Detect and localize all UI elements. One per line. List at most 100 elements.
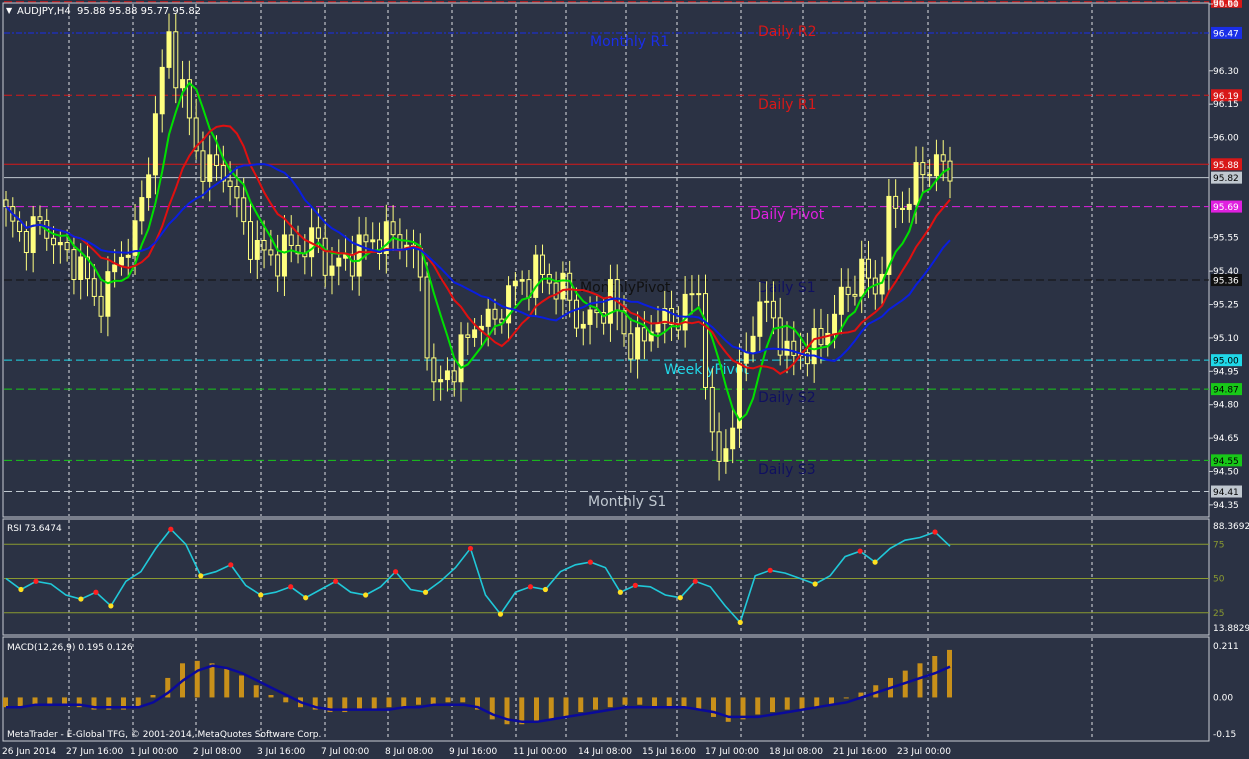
rsi-trough-13 xyxy=(198,573,204,579)
macd-bar-0 xyxy=(3,697,8,708)
candle-body-139 xyxy=(947,160,953,182)
rsi-peak-22 xyxy=(333,578,339,584)
candle-body-69 xyxy=(472,329,478,338)
macd-tick-2: -0.15 xyxy=(1213,730,1236,740)
main-ytick-label-4: 95.55 xyxy=(1213,234,1239,244)
x-tick-label-14: 23 Jul 00:00 xyxy=(897,747,951,757)
chart-ohlc: 95.88 95.88 95.77 95.82 xyxy=(77,6,201,17)
candle-body-29 xyxy=(200,150,206,182)
rsi-trough-41 xyxy=(617,589,623,595)
macd-bar-53 xyxy=(784,697,790,710)
macd-bar-13 xyxy=(194,660,200,698)
x-tick-label-6: 8 Jul 08:00 xyxy=(385,747,434,757)
candle-body-110 xyxy=(750,335,756,353)
chart-canvas: 96.6196.4796.1995.8895.8295.6995.3695.00… xyxy=(0,0,1249,759)
x-tick-label-8: 11 Jul 00:00 xyxy=(513,747,567,757)
macd-bar-1 xyxy=(17,697,23,708)
candle-body-127 xyxy=(866,258,872,279)
macd-bar-46 xyxy=(681,697,687,708)
candle-body-82 xyxy=(560,272,566,300)
macd-bar-44 xyxy=(652,697,657,708)
candle-body-133 xyxy=(906,203,912,210)
candle-body-67 xyxy=(458,334,464,383)
x-tick-label-10: 15 Jul 16:00 xyxy=(642,747,696,757)
candle-body-0 xyxy=(3,199,9,208)
candle-body-102 xyxy=(696,293,702,296)
rsi-peak-51 xyxy=(767,567,773,573)
rsi-trough-17 xyxy=(258,592,264,598)
candle-body-68 xyxy=(465,334,471,338)
candle-body-11 xyxy=(78,256,84,281)
level-price-label-9: 94.55 xyxy=(1213,457,1239,467)
macd-bar-14 xyxy=(209,663,215,698)
candle-body-124 xyxy=(845,286,851,295)
level-text-3: Daily Pivot xyxy=(750,207,825,223)
macd-bar-43 xyxy=(637,697,643,705)
rsi-peak-2 xyxy=(33,578,39,584)
candle-body-101 xyxy=(689,293,695,296)
macd-bar-27 xyxy=(401,697,407,708)
candle-body-10 xyxy=(71,249,77,281)
rsi-peak-31 xyxy=(467,545,474,552)
candle-body-85 xyxy=(580,323,586,329)
rsi-peak-42 xyxy=(632,582,638,588)
symbol-dropdown-icon[interactable]: ▼ xyxy=(6,6,13,15)
macd-bar-25 xyxy=(371,697,377,710)
rsi-trough-20 xyxy=(303,595,309,601)
candle-body-84 xyxy=(573,299,579,329)
level-price-label-7: 95.00 xyxy=(1213,357,1239,367)
candle-body-111 xyxy=(757,301,763,337)
candle-body-8 xyxy=(57,242,63,246)
candle-body-107 xyxy=(730,427,736,450)
x-tick-label-0: 26 Jun 2014 xyxy=(2,747,56,757)
candle-body-123 xyxy=(838,286,844,315)
candle-body-119 xyxy=(811,328,817,365)
candle-body-34 xyxy=(234,186,240,199)
candle-body-109 xyxy=(743,351,749,364)
candle-body-76 xyxy=(519,279,525,282)
candle-body-9 xyxy=(64,242,70,251)
rsi-tick-3: 25 xyxy=(1213,609,1224,619)
rsi-tick-1: 75 xyxy=(1213,540,1224,550)
macd-bar-41 xyxy=(607,697,613,708)
candle-body-23 xyxy=(159,66,165,115)
candle-body-51 xyxy=(349,253,355,277)
rsi-tick-4: 13.8829 xyxy=(1213,624,1249,634)
macd-bar-45 xyxy=(666,697,672,708)
macd-title: MACD(12,26,9) 0.195 0.126 xyxy=(7,643,133,653)
candle-body-138 xyxy=(940,154,946,162)
macd-bar-63 xyxy=(932,655,938,698)
level-text-2: Daily R1 xyxy=(758,97,817,113)
chart-symbol: AUDJPY,H4 xyxy=(17,6,71,17)
candle-body-3 xyxy=(23,231,29,254)
rsi-tick-2: 50 xyxy=(1213,575,1225,585)
candle-body-92 xyxy=(628,333,634,360)
candle-body-83 xyxy=(567,272,573,301)
candle-body-72 xyxy=(492,308,498,320)
candle-body-81 xyxy=(553,282,559,300)
candle-body-48 xyxy=(329,265,335,276)
rsi-trough-36 xyxy=(542,586,549,593)
macd-bar-15 xyxy=(224,668,230,698)
candle-body-38 xyxy=(261,239,267,251)
candle-body-65 xyxy=(444,370,450,381)
candle-body-37 xyxy=(254,239,260,260)
rsi-peak-26 xyxy=(392,569,399,575)
candle-body-137 xyxy=(933,154,939,177)
rsi-tick-0: 88.3692 xyxy=(1213,522,1249,532)
candle-body-14 xyxy=(98,295,104,317)
candle-body-100 xyxy=(682,293,688,331)
candle-body-42 xyxy=(288,234,294,246)
candle-body-135 xyxy=(920,162,926,176)
candle-body-125 xyxy=(852,293,858,297)
candle-body-115 xyxy=(784,340,790,356)
macd-bar-40 xyxy=(593,697,598,710)
candle-body-47 xyxy=(322,237,328,276)
rsi-trough-45 xyxy=(677,595,683,601)
level-price-label-8: 94.87 xyxy=(1213,386,1239,396)
candle-body-116 xyxy=(791,340,797,356)
candle-body-16 xyxy=(112,264,118,273)
candle-body-41 xyxy=(281,234,287,277)
x-tick-label-3: 2 Jul 08:00 xyxy=(193,747,242,757)
rsi-peak-35 xyxy=(527,584,534,590)
